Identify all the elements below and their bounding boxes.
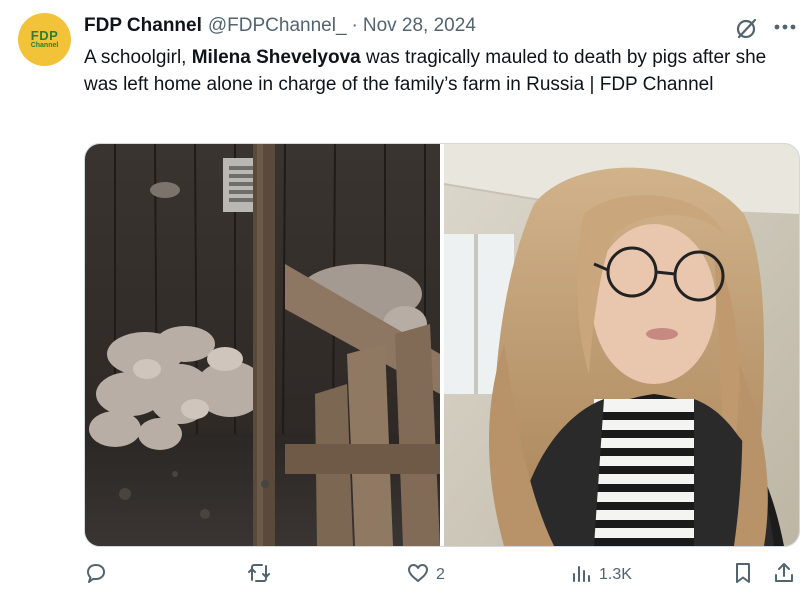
tweet-text: A schoolgirl, Milena Shevelyova was trag… [84,44,796,98]
tweet-text-start: A schoolgirl, [84,47,192,68]
retweet-icon [246,561,272,590]
tweet-header: FDP Channel @FDPChannel_ · Nov 28, 2024 [84,13,476,39]
avatar[interactable]: FDP Channel [18,13,71,66]
tweet-date[interactable]: Nov 28, 2024 [363,15,476,37]
views-count: 1.3K [599,566,632,583]
more-options-icon[interactable] [772,14,798,40]
author-name[interactable]: FDP Channel [84,15,202,37]
avatar-logo-subtext: Channel [30,42,59,49]
views-button[interactable]: 1.3K [569,561,632,589]
views-icon [569,561,593,590]
pig-pen-photo[interactable] [85,144,440,546]
bookmark-icon [731,561,755,590]
reply-icon [84,561,108,590]
avatar-logo-text: FDP [30,28,59,43]
share-button[interactable] [772,561,796,589]
like-count: 2 [436,566,445,583]
retweet-button[interactable] [246,561,278,589]
media-grid [84,143,800,547]
tweet-text-bold-name: Milena Shevelyova [191,47,361,68]
like-button[interactable]: 2 [406,561,445,589]
bookmark-button[interactable] [731,561,755,589]
portrait-photo[interactable] [443,144,799,546]
reply-button[interactable] [84,561,114,589]
grok-icon[interactable] [734,15,760,41]
author-handle[interactable]: @FDPChannel_ [208,15,347,37]
heart-icon [406,561,430,590]
separator-dot: · [351,15,358,36]
share-icon [772,561,796,590]
